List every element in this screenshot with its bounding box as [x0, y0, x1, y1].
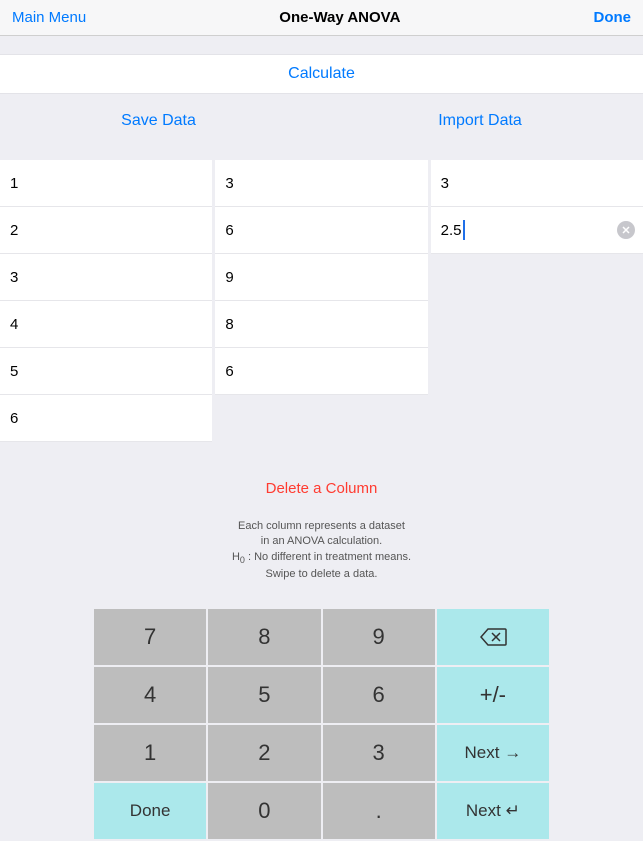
backspace-icon	[479, 627, 507, 647]
key-next-enter[interactable]: Next ↵	[437, 783, 549, 839]
data-cell[interactable]: 3	[0, 254, 212, 301]
key-done[interactable]: Done	[94, 783, 206, 839]
data-cell[interactable]: 6	[215, 207, 427, 254]
page-title: One-Way ANOVA	[279, 9, 400, 26]
key-4[interactable]: 4	[94, 667, 206, 723]
data-cell[interactable]: 5	[0, 348, 212, 395]
data-column: 36986	[215, 160, 427, 442]
data-cell[interactable]: 8	[215, 301, 427, 348]
key-6[interactable]: 6	[323, 667, 435, 723]
key-decimal[interactable]: .	[323, 783, 435, 839]
data-column: 32.5	[431, 160, 643, 442]
data-cell[interactable]: 3	[431, 160, 643, 207]
numeric-keypad: 7 8 9 4 5 6 +/- 1 2 3 Next → Done 0 . Ne…	[0, 607, 643, 841]
help-text: Each column represents a dataset in an A…	[0, 519, 643, 582]
data-cell[interactable]: 6	[0, 395, 212, 442]
main-menu-button[interactable]: Main Menu	[12, 9, 86, 26]
data-column: 123456	[0, 160, 212, 442]
data-cell[interactable]: 3	[215, 160, 427, 207]
key-9[interactable]: 9	[323, 609, 435, 665]
key-plus-minus[interactable]: +/-	[437, 667, 549, 723]
calculate-bar[interactable]: Calculate	[0, 54, 643, 94]
data-cell[interactable]: 9	[215, 254, 427, 301]
data-cell[interactable]: 4	[0, 301, 212, 348]
key-0[interactable]: 0	[208, 783, 320, 839]
data-cell[interactable]: 2.5	[431, 207, 643, 254]
key-1[interactable]: 1	[94, 725, 206, 781]
clear-input-icon[interactable]	[617, 221, 635, 239]
key-backspace[interactable]	[437, 609, 549, 665]
key-7[interactable]: 7	[94, 609, 206, 665]
key-8[interactable]: 8	[208, 609, 320, 665]
key-5[interactable]: 5	[208, 667, 320, 723]
data-cell[interactable]: 1	[0, 160, 212, 207]
key-next-right[interactable]: Next →	[437, 725, 549, 781]
data-cell[interactable]: 2	[0, 207, 212, 254]
save-data-button[interactable]: Save Data	[121, 112, 196, 130]
data-cell[interactable]: 6	[215, 348, 427, 395]
delete-column-button[interactable]: Delete a Column	[0, 480, 643, 497]
done-button[interactable]: Done	[593, 9, 631, 26]
calculate-label: Calculate	[288, 65, 355, 83]
key-3[interactable]: 3	[323, 725, 435, 781]
key-2[interactable]: 2	[208, 725, 320, 781]
import-data-button[interactable]: Import Data	[438, 112, 522, 130]
